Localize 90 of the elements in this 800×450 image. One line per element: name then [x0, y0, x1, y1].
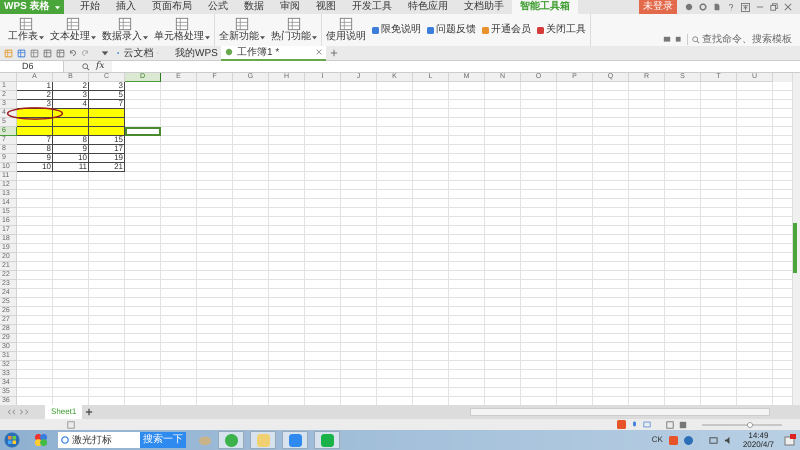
menu-tab[interactable]: 文档助手 — [456, 0, 512, 14]
table-cell: 9 — [53, 145, 89, 154]
table-icon — [287, 17, 301, 31]
ribbon-button[interactable]: 文本处理 — [50, 17, 96, 43]
menu-tab[interactable]: 视图 — [308, 0, 344, 14]
redo-icon[interactable] — [81, 49, 89, 57]
table-icon — [66, 17, 80, 31]
table-cell: 8 — [53, 136, 89, 145]
table-cell: 10 — [17, 163, 53, 172]
ribbon-button[interactable]: 使用说明 — [326, 17, 366, 43]
clock[interactable]: 14:49 2020/4/7 — [738, 431, 778, 449]
tag-icon — [372, 26, 379, 34]
caret-icon — [205, 34, 210, 40]
command-search-field[interactable]: 查找命令、搜索模板 — [687, 34, 792, 45]
ribbon-button[interactable]: 数据录入 — [102, 17, 148, 43]
annotation-ellipse — [4, 107, 66, 120]
ribbon-button[interactable]: 单元格处理 — [154, 17, 210, 43]
table-icon — [118, 17, 132, 31]
formula-field[interactable] — [112, 61, 800, 72]
table-cell: 2 — [17, 91, 53, 100]
ribbon-small-button[interactable]: 限免说明 — [372, 24, 421, 36]
table-cell: 2 — [53, 82, 89, 91]
start-button[interactable] — [4, 432, 20, 448]
close-icon[interactable] — [316, 49, 322, 55]
menu-tab[interactable]: 特色应用 — [400, 0, 456, 14]
table-cell: 17 — [89, 145, 125, 154]
zoom-icon[interactable] — [82, 62, 90, 70]
document-tab[interactable]: 云文档 — [113, 46, 163, 60]
tag-icon — [537, 26, 544, 34]
table-icon — [235, 17, 249, 31]
restore-icon[interactable] — [770, 3, 778, 11]
vertical-scrollbar[interactable] — [792, 73, 800, 405]
table-cell: 11 — [53, 163, 89, 172]
selected-cell[interactable] — [125, 127, 161, 136]
document-tab[interactable]: 我的WPS — [167, 46, 217, 60]
menu-tab[interactable]: 公式 — [200, 0, 236, 14]
menu-tab[interactable]: 开发工具 — [344, 0, 400, 14]
table-cell: 1 — [17, 82, 53, 91]
menu-tab[interactable]: 页面布局 — [144, 0, 200, 14]
horizontal-scrollbar[interactable] — [470, 408, 770, 416]
table-cell: 8 — [17, 145, 53, 154]
ribbon-button[interactable]: 热门功能 — [271, 17, 317, 43]
name-box[interactable]: D6 — [0, 61, 64, 72]
ribbon-button[interactable]: 全新功能 — [219, 17, 265, 43]
table-cell: 9 — [17, 154, 53, 163]
table-cell: 5 — [89, 91, 125, 100]
collapse-ribbon-icon[interactable] — [741, 2, 750, 12]
menu-tab[interactable]: 智能工具箱 — [512, 0, 578, 14]
undo-icon[interactable] — [69, 49, 77, 57]
ribbon-small-button[interactable]: 关闭工具 — [537, 24, 586, 36]
caret-icon — [143, 34, 148, 40]
caret-icon — [260, 34, 265, 40]
table-icon — [175, 17, 189, 31]
dropdown-icon[interactable] — [101, 49, 109, 57]
new-tab-icon[interactable] — [330, 49, 338, 57]
tray-text: CK — [652, 434, 663, 446]
menu-tab[interactable]: 数据 — [236, 0, 272, 14]
notification-icon[interactable] — [784, 434, 796, 446]
caret-icon — [39, 34, 44, 40]
tag-icon — [482, 26, 489, 34]
taskbar-search-field[interactable]: 激光打标 — [58, 432, 140, 448]
document-tab[interactable]: 工作簿1 * — [221, 46, 326, 60]
table-cell: 3 — [89, 82, 125, 91]
table-icon — [19, 17, 33, 31]
microphone-icon[interactable] — [631, 420, 638, 428]
table-cell: 3 — [53, 91, 89, 100]
add-sheet-icon[interactable] — [85, 408, 94, 416]
ribbon-button[interactable]: 工作表 — [8, 17, 44, 43]
caret-icon — [91, 34, 96, 40]
tag-icon — [427, 26, 434, 34]
table-cell: 10 — [53, 154, 89, 163]
search-icon — [692, 36, 700, 44]
app-menu-button[interactable]: WPS 表格 — [0, 0, 64, 14]
ribbon-small-button[interactable]: 开通会员 — [482, 24, 531, 36]
menu-tab[interactable]: 审阅 — [272, 0, 308, 14]
ribbon-small-button[interactable]: 问题反馈 — [427, 24, 476, 36]
table-icon — [339, 17, 353, 31]
table-cell: 7 — [17, 136, 53, 145]
search-button[interactable]: 搜索一下 — [140, 432, 186, 448]
function-label[interactable]: fx — [96, 60, 104, 74]
table-cell: 21 — [89, 163, 125, 172]
login-button[interactable]: 未登录 — [639, 0, 677, 14]
sheet-tab[interactable]: Sheet1 — [45, 405, 82, 419]
menu-tab[interactable]: 开始 — [72, 0, 108, 14]
caret-icon — [55, 4, 60, 10]
caret-icon — [312, 34, 317, 40]
close-icon[interactable] — [784, 3, 792, 11]
table-cell: 15 — [89, 136, 125, 145]
menu-tab[interactable]: 插入 — [108, 0, 144, 14]
table-cell: 19 — [89, 154, 125, 163]
